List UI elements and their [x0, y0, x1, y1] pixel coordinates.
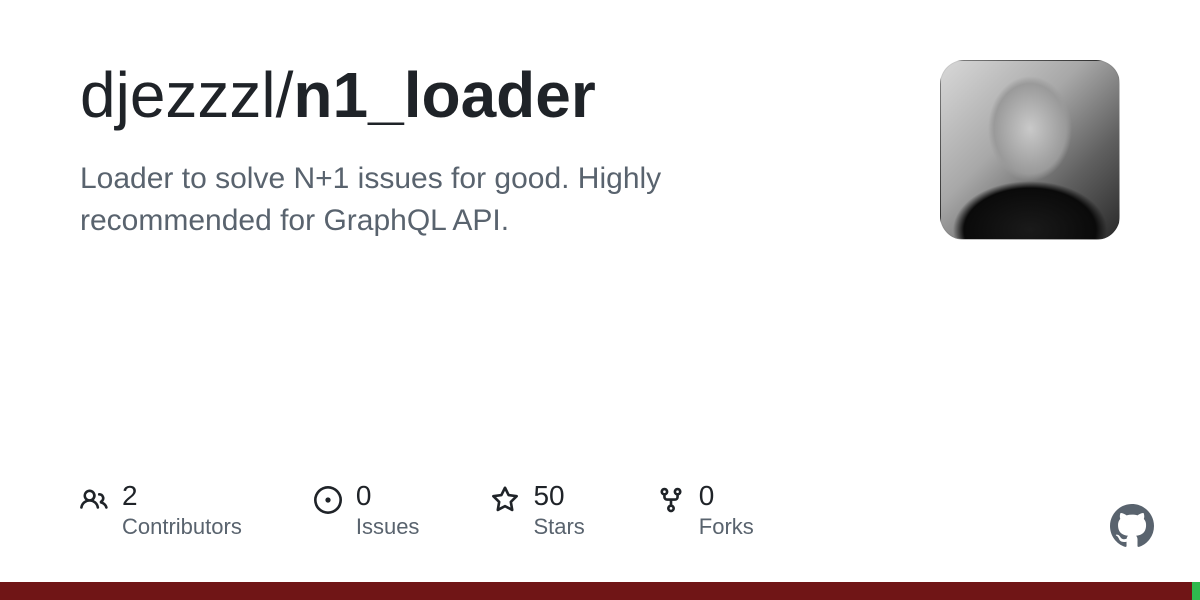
repo-header: djezzzl/n1_loader Loader to solve N+1 is…	[80, 60, 1120, 242]
stat-issues[interactable]: 0 Issues	[314, 482, 420, 540]
stat-count: 2	[122, 482, 242, 510]
repo-title[interactable]: djezzzl/n1_loader	[80, 60, 900, 130]
stat-count: 0	[356, 482, 420, 510]
owner-avatar[interactable]	[940, 60, 1120, 240]
stat-count: 0	[699, 482, 754, 510]
stat-label: Issues	[356, 514, 420, 540]
language-segment	[1192, 582, 1200, 600]
github-logo-icon	[1110, 504, 1154, 548]
stat-count: 50	[533, 482, 584, 510]
repo-owner[interactable]: djezzzl	[80, 59, 276, 131]
stat-label: Forks	[699, 514, 754, 540]
stat-contributors[interactable]: 2 Contributors	[80, 482, 242, 540]
issues-icon	[314, 486, 342, 514]
stat-stars[interactable]: 50 Stars	[491, 482, 584, 540]
stat-forks[interactable]: 0 Forks	[657, 482, 754, 540]
language-bar	[0, 582, 1200, 600]
repo-description: Loader to solve N+1 issues for good. Hig…	[80, 158, 860, 242]
forks-icon	[657, 486, 685, 514]
stat-label: Stars	[533, 514, 584, 540]
repo-slash: /	[276, 59, 294, 131]
repo-name[interactable]: n1_loader	[293, 59, 595, 131]
contributors-icon	[80, 486, 108, 514]
language-segment	[0, 582, 1192, 600]
stars-icon	[491, 486, 519, 514]
repo-stats: 2 Contributors 0 Issues 50 Stars	[80, 482, 754, 540]
stat-label: Contributors	[122, 514, 242, 540]
